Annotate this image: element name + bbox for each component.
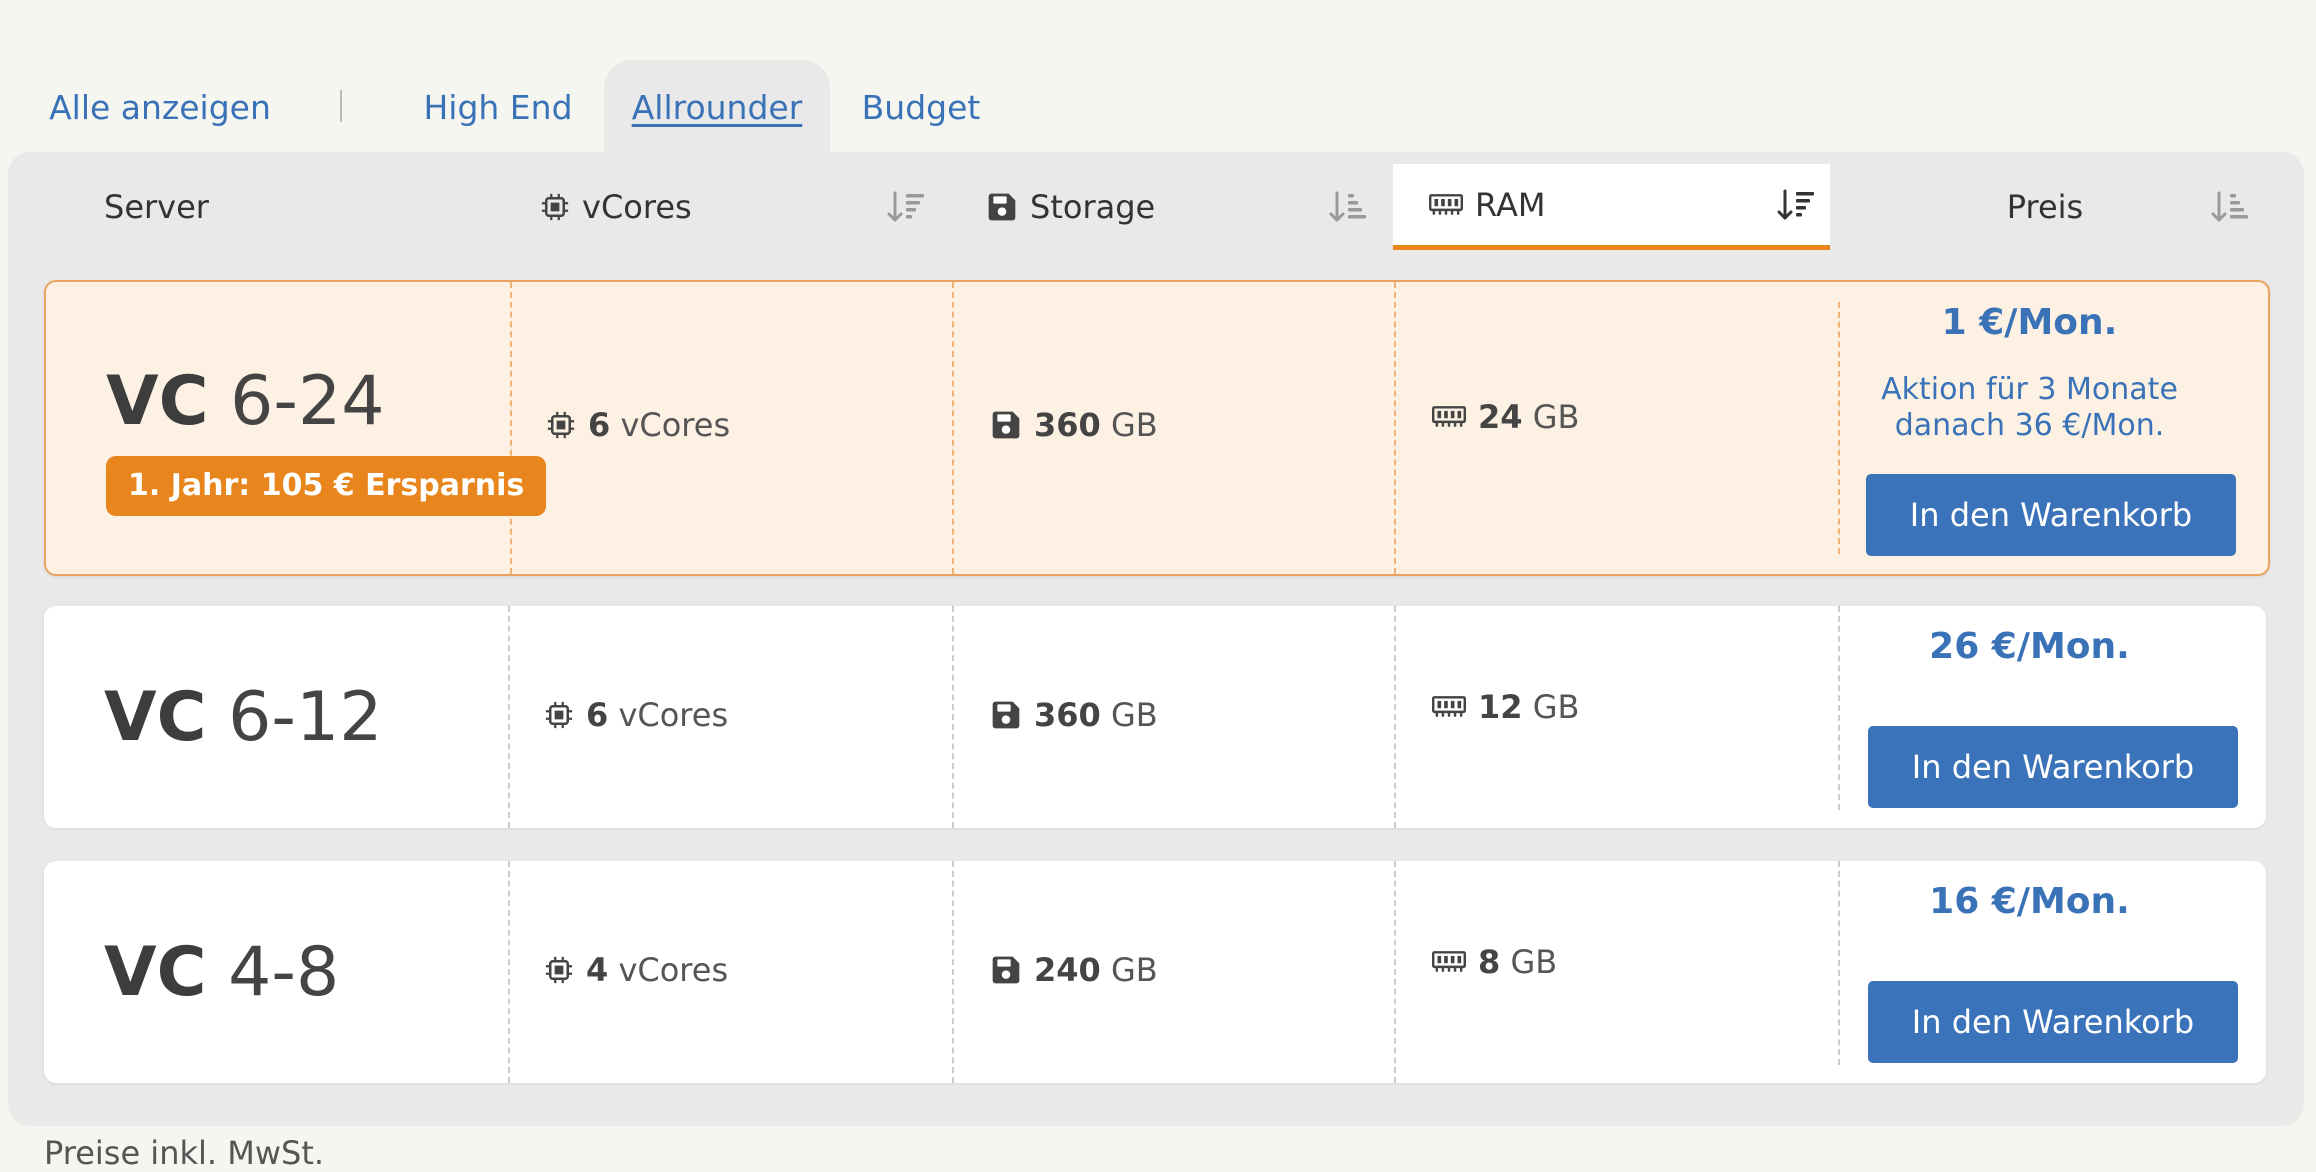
column-header-ram[interactable]: RAM bbox=[1393, 164, 1830, 250]
promo-line: Aktion für 3 Monate bbox=[1881, 372, 2178, 407]
column-divider bbox=[952, 606, 954, 828]
sort-icon[interactable] bbox=[1328, 189, 1368, 225]
promo-line: danach 36 €/Mon. bbox=[1894, 408, 2165, 443]
sort-icon[interactable] bbox=[886, 189, 926, 225]
vcores-cell: 4 vCores bbox=[544, 951, 728, 989]
tab-high-end[interactable]: High End bbox=[410, 60, 586, 154]
memory-module-icon bbox=[1432, 949, 1466, 975]
server-name: VC 4-8 bbox=[104, 933, 340, 1012]
column-header-storage-label: Storage bbox=[1030, 188, 1156, 226]
tab-allrounder[interactable]: Allrounder bbox=[604, 60, 830, 154]
cpu-chip-icon bbox=[540, 192, 570, 222]
floppy-disk-icon bbox=[990, 409, 1022, 441]
promo-text: Aktion für 3 Monate danach 36 €/Mon. bbox=[1838, 372, 2221, 444]
column-header-ram-label: RAM bbox=[1475, 185, 1546, 224]
tab-budget[interactable]: Budget bbox=[846, 60, 996, 154]
tab-alle-anzeigen[interactable]: Alle anzeigen bbox=[44, 60, 276, 154]
column-divider bbox=[952, 861, 954, 1083]
storage-cell: 360 GB bbox=[990, 696, 1158, 734]
column-divider bbox=[1394, 282, 1396, 574]
floppy-disk-icon bbox=[990, 954, 1022, 986]
add-to-cart-button[interactable]: In den Warenkorb bbox=[1868, 981, 2238, 1063]
cpu-chip-icon bbox=[544, 955, 574, 985]
add-to-cart-button[interactable]: In den Warenkorb bbox=[1868, 726, 2238, 808]
storage-cell: 360 GB bbox=[990, 406, 1158, 444]
sort-icon[interactable] bbox=[2210, 189, 2250, 225]
server-name: VC 6-12 bbox=[104, 678, 383, 757]
ram-cell: 24 GB bbox=[1432, 398, 1579, 436]
price: 26 €/Mon. bbox=[1929, 626, 2130, 667]
savings-badge: 1. Jahr: 105 € Ersparnis bbox=[106, 456, 547, 516]
floppy-disk-icon bbox=[990, 699, 1022, 731]
ram-cell: 8 GB bbox=[1432, 943, 1557, 981]
column-header-server-label: Server bbox=[104, 188, 209, 226]
sort-icon[interactable] bbox=[1776, 187, 1816, 223]
column-header-vcores-label: vCores bbox=[582, 188, 692, 226]
tab-separator bbox=[340, 90, 342, 122]
memory-module-icon bbox=[1429, 192, 1463, 218]
price: 1 €/Mon. bbox=[1941, 302, 2118, 343]
column-divider bbox=[1394, 606, 1396, 828]
column-divider bbox=[510, 282, 512, 574]
column-divider bbox=[952, 282, 954, 574]
add-to-cart-button[interactable]: In den Warenkorb bbox=[1866, 474, 2236, 556]
ram-cell: 12 GB bbox=[1432, 688, 1579, 726]
cpu-chip-icon bbox=[546, 410, 576, 440]
vcores-cell: 6 vCores bbox=[544, 696, 728, 734]
storage-cell: 240 GB bbox=[990, 951, 1158, 989]
column-header-price[interactable]: Preis bbox=[1840, 164, 2250, 250]
table-row: VC 6-12 6 vCores 360 GB 12 GB 26 €/Mon. … bbox=[44, 606, 2266, 828]
column-header-server: Server bbox=[104, 164, 404, 250]
price-note: Preise inkl. MwSt. bbox=[44, 1134, 325, 1172]
cpu-chip-icon bbox=[544, 700, 574, 730]
vcores-cell: 6 vCores bbox=[546, 406, 730, 444]
column-header-storage[interactable]: Storage bbox=[986, 164, 1382, 250]
table-row: VC 4-8 4 vCores 240 GB 8 GB 16 €/Mon. In… bbox=[44, 861, 2266, 1083]
memory-module-icon bbox=[1432, 694, 1466, 720]
price: 16 €/Mon. bbox=[1929, 881, 2130, 922]
memory-module-icon bbox=[1432, 404, 1466, 430]
column-divider bbox=[508, 606, 510, 828]
column-divider bbox=[508, 861, 510, 1083]
floppy-disk-icon bbox=[986, 191, 1018, 223]
server-name: VC 6-24 bbox=[106, 362, 385, 441]
column-header-vcores[interactable]: vCores bbox=[540, 164, 940, 250]
table-row: VC 6-24 1. Jahr: 105 € Ersparnis 6 vCore… bbox=[44, 280, 2270, 576]
column-header-price-label: Preis bbox=[2006, 188, 2084, 226]
column-divider bbox=[1394, 861, 1396, 1083]
